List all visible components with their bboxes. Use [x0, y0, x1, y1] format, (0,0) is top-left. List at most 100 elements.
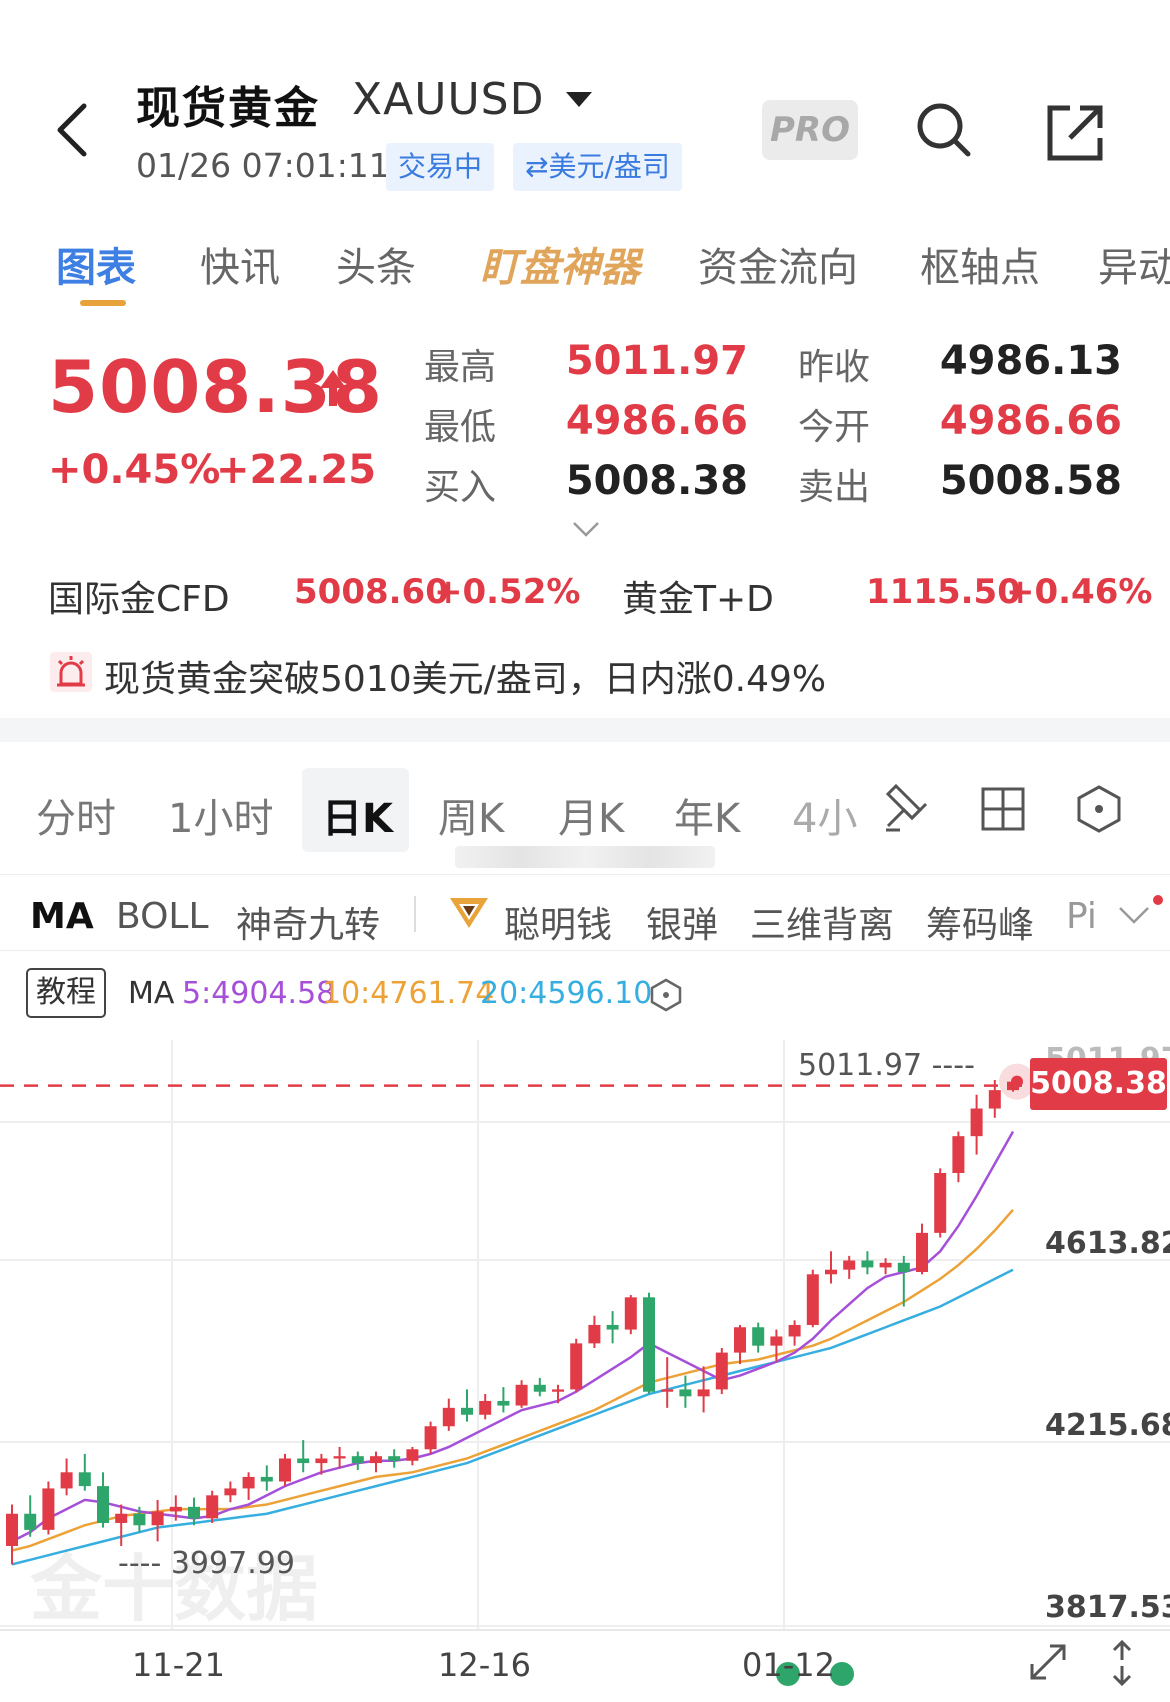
vertical-scale-icon[interactable] [1104, 1638, 1140, 1688]
candle-body [297, 1458, 310, 1464]
indicator-3d-divergence[interactable]: 三维背离 [750, 896, 894, 948]
ask-value: 5008.58 [939, 458, 1122, 504]
indicator-ma[interactable]: MA [30, 896, 94, 937]
price-alert-text[interactable]: 现货黄金突破5010美元/盎司，日内涨0.49% [104, 650, 826, 702]
x-axis-label: 12-16 [438, 1646, 531, 1684]
divider-line [0, 874, 1170, 875]
candle-body [916, 1232, 928, 1273]
candle-body [188, 1506, 200, 1519]
candle-body [78, 1472, 91, 1487]
candle-body [115, 1513, 128, 1523]
candle-body [897, 1262, 910, 1273]
period-1h[interactable]: 1小时 [168, 786, 273, 844]
period-weekly[interactable]: 周K [438, 786, 504, 844]
cfd-percent: +0.52% [434, 572, 581, 612]
candle-body [988, 1090, 1001, 1109]
fullscreen-icon[interactable] [1026, 1640, 1070, 1684]
high-value: 5011.97 [565, 338, 748, 384]
indicator-td9[interactable]: 神奇九转 [236, 896, 380, 948]
candle-body [588, 1324, 601, 1344]
candle-body [806, 1274, 819, 1325]
candle-body [479, 1400, 492, 1415]
layout-grid-icon[interactable] [980, 786, 1026, 832]
candle-body [752, 1327, 765, 1346]
share-external-icon[interactable] [1046, 104, 1104, 162]
tab-watch-tool[interactable]: 盯盘神器 [480, 235, 640, 293]
change-percent: +0.45% [48, 447, 221, 493]
open-value: 4986.66 [939, 398, 1122, 444]
cfd-label[interactable]: 国际金CFD [48, 570, 230, 622]
candle-body [42, 1488, 55, 1530]
y-axis-label: 4613.82 [1045, 1226, 1170, 1261]
more-chevron-icon[interactable] [1116, 894, 1166, 934]
indicator-pi[interactable]: Pi [1066, 896, 1097, 937]
y-axis-top-label: 5011.97 [1045, 1042, 1170, 1058]
candle-body [388, 1456, 401, 1461]
period-4h[interactable]: 4小 [792, 786, 857, 844]
indicator-silver-bullet[interactable]: 银弹 [646, 896, 718, 948]
candle-body [515, 1384, 528, 1406]
candle-body [734, 1327, 746, 1353]
candle-body [788, 1324, 801, 1337]
indicator-smart-money[interactable]: 聪明钱 [504, 896, 612, 948]
candle-body [370, 1456, 382, 1464]
pro-button[interactable]: PRO [762, 100, 858, 160]
draw-tool-icon[interactable] [882, 780, 932, 836]
candle-body [661, 1389, 674, 1392]
candle-body [570, 1343, 583, 1390]
tab-flash-news[interactable]: 快讯 [200, 235, 280, 293]
expand-chevron-icon[interactable] [572, 520, 600, 538]
up-arrow-icon [320, 370, 346, 406]
tab-fund-flow[interactable]: 资金流向 [698, 235, 858, 293]
indicator-chip-peak[interactable]: 筹码峰 [926, 896, 1034, 948]
back-arrow-icon[interactable] [52, 100, 92, 160]
candle-body [260, 1476, 273, 1482]
period-intraday[interactable]: 分时 [36, 786, 116, 844]
period-yearly[interactable]: 年K [674, 786, 740, 844]
instrument-code[interactable]: XAUUSD [352, 74, 544, 125]
x-axis-label: 01-12 [742, 1646, 835, 1684]
high-marker-label: 5011.97 ---- [798, 1048, 975, 1083]
period-monthly[interactable]: 月K [558, 786, 624, 844]
indicator-boll[interactable]: BOLL [116, 896, 209, 937]
prev-close-value: 4986.13 [939, 338, 1122, 384]
indicator-divider [414, 896, 416, 932]
candle-body [315, 1458, 328, 1464]
candle-body [333, 1456, 346, 1459]
candle-body [60, 1472, 73, 1489]
last-price-dot [1011, 1075, 1023, 1088]
candle-body [679, 1389, 692, 1397]
y-axis-label: 3817.53 [1045, 1590, 1170, 1625]
period-daily[interactable]: 日K [322, 786, 393, 844]
candle-body [6, 1513, 18, 1546]
candle-body [843, 1260, 856, 1270]
last-price-tag: 5008.38 [1030, 1058, 1167, 1110]
tab-unusual-moves[interactable]: 异动 [1098, 235, 1170, 293]
tab-headlines[interactable]: 头条 [336, 235, 416, 293]
candle-body [351, 1456, 364, 1464]
unit-switch-badge[interactable]: ⇄美元/盎司 [513, 143, 682, 191]
chevron-down-icon[interactable] [566, 92, 592, 107]
chart-settings-icon[interactable] [1076, 784, 1122, 834]
diamond-vip-icon [450, 898, 488, 928]
active-tab-indicator [80, 300, 126, 306]
td-label[interactable]: 黄金T+D [622, 570, 774, 622]
candle-body [624, 1297, 637, 1330]
open-label: 今开 [798, 407, 871, 448]
ask-label: 卖出 [798, 467, 871, 508]
section-divider [0, 718, 1170, 742]
candle-body [497, 1400, 510, 1406]
candle-body [24, 1513, 37, 1530]
instrument-title: 现货黄金 [136, 83, 320, 134]
candle-body [952, 1136, 965, 1174]
candle-body [934, 1173, 947, 1233]
bid-value: 5008.38 [565, 458, 748, 504]
y-axis-label: 4215.68 [1045, 1408, 1170, 1443]
alarm-icon [50, 652, 92, 692]
tab-chart[interactable]: 图表 [56, 235, 136, 293]
tab-pivot-points[interactable]: 枢轴点 [920, 235, 1040, 293]
low-marker-label: ---- 3997.99 [118, 1546, 295, 1581]
search-icon[interactable] [914, 100, 974, 160]
candle-body [825, 1269, 837, 1275]
candle-body [97, 1486, 109, 1523]
